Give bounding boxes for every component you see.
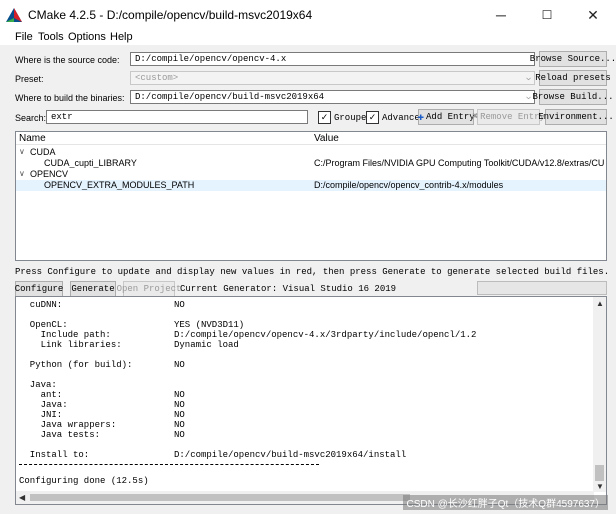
source-input[interactable]: D:/compile/opencv/opencv-4.x: [130, 52, 535, 66]
configure-button[interactable]: Configure: [15, 281, 63, 297]
tree-group-label: CUDA: [30, 147, 56, 157]
current-generator-text: Current Generator: Visual Studio 16 2019: [180, 284, 397, 294]
tree-entry-name: OPENCV_EXTRA_MODULES_PATH: [44, 180, 195, 190]
hint-text: Press Configure to update and display ne…: [15, 267, 610, 277]
log-line: OpenCL: YES (NVD3D11): [19, 320, 245, 330]
window-title: CMake 4.2.5 - D:/compile/opencv/build-ms…: [28, 8, 313, 22]
vertical-scrollbar[interactable]: ▲ ▼: [593, 297, 606, 492]
log-line: Link libraries: Dynamic load: [19, 340, 239, 350]
column-value-header[interactable]: Value: [314, 133, 339, 144]
remove-icon: ✖: [472, 112, 479, 123]
scroll-thumb[interactable]: [30, 494, 410, 501]
binaries-value: D:/compile/opencv/build-msvc2019x64: [135, 92, 325, 102]
log-line: Java: NO: [19, 400, 185, 410]
tree-entry-value[interactable]: C:/Program Files/NVIDIA GPU Computing To…: [314, 158, 604, 168]
chevron-down-icon: ⌵: [526, 74, 531, 83]
tree-entry-value[interactable]: D:/compile/opencv/opencv_contrib-4.x/mod…: [314, 180, 604, 190]
grouped-checkbox[interactable]: ✓ Grouped: [318, 111, 372, 124]
cmake-logo-icon: [6, 8, 22, 22]
menu-file[interactable]: File: [15, 31, 33, 43]
tree-group-opencv[interactable]: ∨ OPENCV: [16, 169, 606, 180]
close-button[interactable]: ✕: [570, 0, 616, 30]
menu-tools[interactable]: Tools: [38, 31, 64, 43]
log-line: Install to: D:/compile/opencv/build-msvc2…: [19, 450, 407, 460]
log-line: Java wrappers: NO: [19, 420, 185, 430]
tree-row[interactable]: CUDA_cupti_LIBRARY C:/Program Files/NVID…: [16, 158, 606, 169]
binaries-select[interactable]: D:/compile/opencv/build-msvc2019x64 ⌵: [130, 90, 535, 104]
maximize-button[interactable]: ☐: [524, 0, 570, 30]
browse-source-button[interactable]: Browse Source...: [530, 51, 616, 67]
tree-entry-name: CUDA_cupti_LIBRARY: [44, 158, 137, 168]
log-line: Java:: [19, 380, 57, 390]
log-line: ant: NO: [19, 390, 185, 400]
log-line: Python (for build): NO: [19, 360, 185, 370]
add-entry-label: Add Entry: [426, 112, 475, 122]
preset-select[interactable]: <custom> ⌵: [130, 71, 535, 85]
binaries-label: Where to build the binaries:: [15, 93, 125, 103]
menu-options[interactable]: Options: [68, 31, 106, 43]
chevron-down-icon[interactable]: ∨: [19, 147, 25, 156]
scroll-up-icon[interactable]: ▲: [596, 299, 604, 308]
remove-entry-button[interactable]: ✖ Remove Entry: [472, 109, 545, 125]
scroll-down-icon[interactable]: ▼: [596, 482, 604, 491]
scroll-thumb[interactable]: [595, 465, 604, 481]
tree-row[interactable]: OPENCV_EXTRA_MODULES_PATH D:/compile/ope…: [16, 180, 606, 191]
log-line: Java tests: NO: [19, 430, 185, 440]
log-line-done: Configuring done (12.5s): [19, 476, 149, 486]
check-icon: ✓: [318, 111, 331, 124]
log-line: Include path: D:/compile/opencv/opencv-4.…: [19, 330, 477, 340]
reload-presets-button[interactable]: Reload presets: [535, 70, 611, 86]
log-line: cuDNN: NO: [19, 300, 185, 310]
check-icon: ✓: [366, 111, 379, 124]
title-bar: CMake 4.2.5 - D:/compile/opencv/build-ms…: [0, 0, 616, 30]
generate-button[interactable]: Generate: [70, 281, 116, 297]
tree-group-label: OPENCV: [30, 169, 69, 179]
search-label: Search:: [15, 113, 47, 123]
chevron-down-icon: ⌵: [526, 93, 531, 102]
progress-bar: [477, 281, 607, 295]
chevron-down-icon[interactable]: ∨: [19, 169, 25, 178]
open-project-button[interactable]: Open Project: [117, 281, 181, 297]
plus-icon: ✚: [417, 112, 425, 124]
menu-help[interactable]: Help: [110, 31, 133, 43]
column-name-header[interactable]: Name: [19, 133, 46, 144]
tree-header: Name Value: [16, 132, 606, 145]
menu-bar: File Tools Options Help: [0, 30, 616, 45]
cache-tree[interactable]: Name Value ∨ CUDA CUDA_cupti_LIBRARY C:/…: [15, 131, 607, 261]
search-input[interactable]: extr: [46, 110, 308, 124]
log-separator: [19, 464, 319, 466]
output-log[interactable]: cuDNN: NO OpenCL: YES (NVD3D11) Include pa…: [15, 296, 607, 505]
log-line: JNI: NO: [19, 410, 185, 420]
minimize-button[interactable]: ─: [478, 0, 524, 30]
add-entry-button[interactable]: ✚ Add Entry: [417, 109, 475, 125]
browse-build-button[interactable]: Browse Build...: [533, 89, 614, 105]
preset-value: <custom>: [135, 73, 179, 83]
remove-entry-label: Remove Entry: [480, 112, 545, 122]
source-label: Where is the source code:: [15, 55, 120, 65]
environment-button[interactable]: Environment...: [538, 109, 614, 125]
tree-group-cuda[interactable]: ∨ CUDA: [16, 147, 606, 158]
watermark: CSDN @长沙红胖子Qt（技术Q群4597637）: [403, 495, 608, 510]
scroll-left-icon[interactable]: ◀: [19, 493, 25, 502]
preset-label: Preset:: [15, 74, 44, 84]
advanced-checkbox[interactable]: ✓ Advanced: [366, 111, 425, 124]
